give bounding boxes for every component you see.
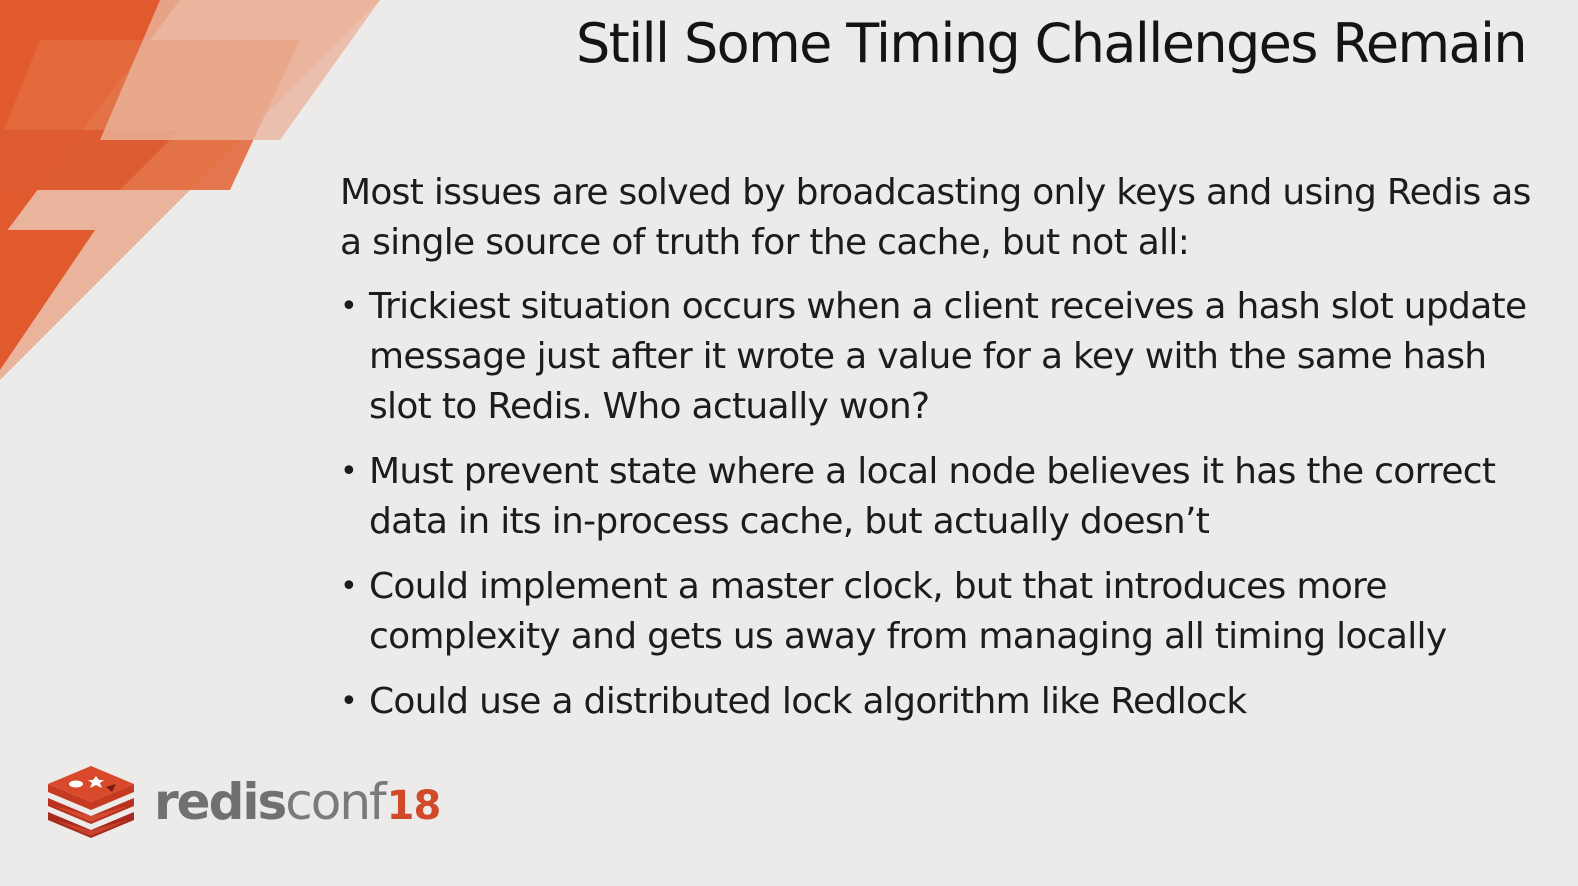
logo-text-redis: redis [154, 773, 287, 831]
list-item: • Trickiest situation occurs when a clie… [340, 282, 1540, 432]
list-item: • Must prevent state where a local node … [340, 447, 1540, 547]
bullet-text: Trickiest situation occurs when a client… [369, 286, 1527, 427]
logo-text-year: 18 [386, 783, 442, 829]
intro-paragraph: Most issues are solved by broadcasting o… [340, 172, 1531, 263]
logo-text-conf: conf [285, 773, 386, 831]
slide-title: Still Some Timing Challenges Remain [575, 12, 1528, 75]
bullet-list: • Trickiest situation occurs when a clie… [340, 282, 1540, 727]
slide: Still Some Timing Challenges Remain Most… [0, 0, 1578, 886]
redis-cube-icon [48, 766, 134, 838]
bullet-text: Could implement a master clock, but that… [369, 566, 1447, 657]
bullet-icon: • [340, 289, 358, 324]
list-item: • Could implement a master clock, but th… [340, 562, 1540, 662]
bullet-icon: • [340, 454, 358, 489]
bullet-icon: • [340, 569, 358, 604]
bullet-text: Could use a distributed lock algorithm l… [369, 681, 1247, 722]
bullet-icon: • [340, 684, 358, 719]
redisconf-logo: redisconf18 [46, 762, 442, 842]
list-item: • Could use a distributed lock algorithm… [340, 677, 1540, 727]
bullet-text: Must prevent state where a local node be… [369, 451, 1496, 542]
slide-body: Most issues are solved by broadcasting o… [340, 168, 1540, 742]
logo-wordmark: redisconf18 [154, 773, 442, 831]
